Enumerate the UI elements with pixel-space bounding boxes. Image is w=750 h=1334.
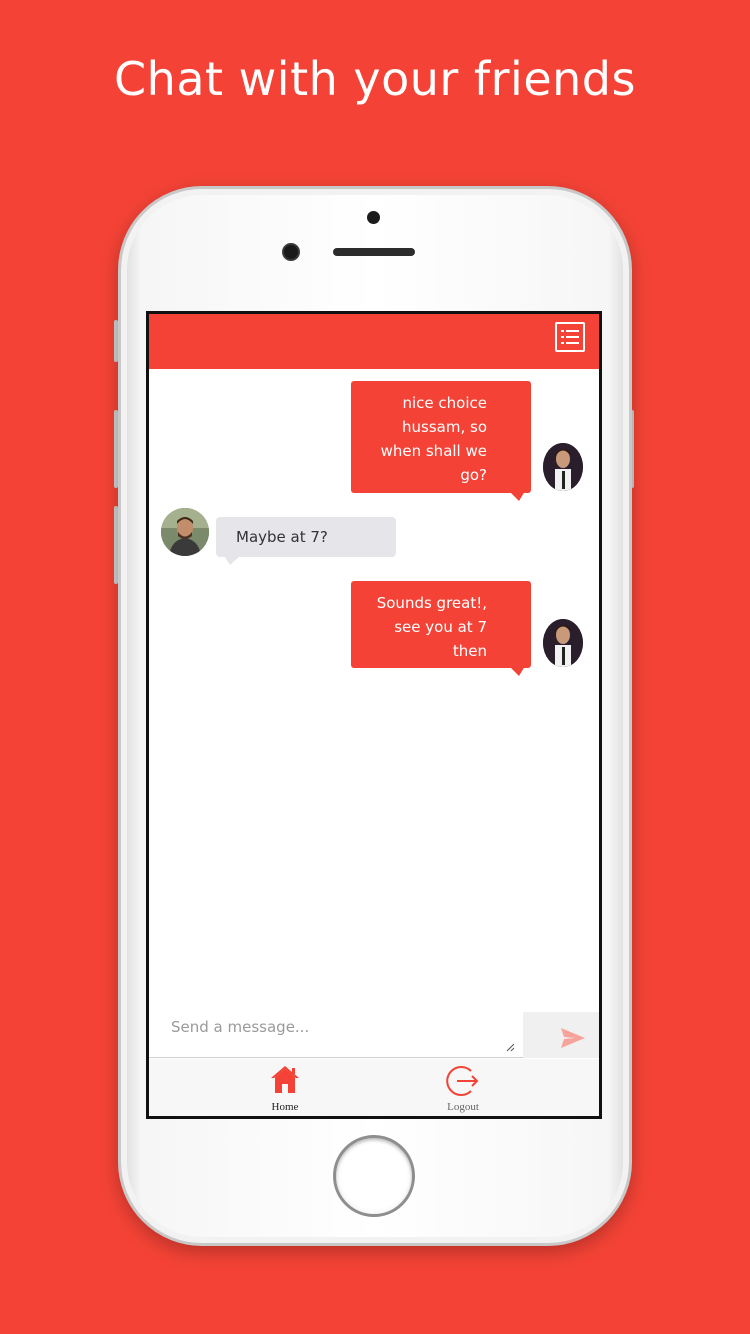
- headline: Chat with your friends: [114, 52, 636, 106]
- send-icon: [561, 1028, 585, 1048]
- home-icon: [271, 1066, 299, 1093]
- friend-avatar: [161, 508, 209, 556]
- tab-home[interactable]: Home: [235, 1063, 335, 1113]
- app-screen: nice choice hussam, so when shall we go?…: [146, 311, 602, 1119]
- message-composer: [149, 1012, 599, 1058]
- home-button[interactable]: [333, 1135, 415, 1217]
- outgoing-message: nice choice hussam, so when shall we go?: [351, 381, 531, 501]
- tab-home-label: Home: [271, 1101, 299, 1113]
- bottom-tab-bar: Home Logout: [149, 1059, 599, 1116]
- my-avatar: [543, 619, 583, 667]
- my-avatar: [543, 443, 583, 491]
- proximity-sensor: [367, 211, 380, 224]
- tab-logout[interactable]: Logout: [413, 1063, 513, 1113]
- app-header: [149, 314, 599, 369]
- resize-grip-icon[interactable]: [505, 1042, 515, 1052]
- send-button[interactable]: [523, 1012, 599, 1058]
- logout-icon: [446, 1066, 479, 1096]
- front-camera: [282, 243, 300, 261]
- message-list: nice choice hussam, so when shall we go?…: [149, 369, 599, 1009]
- earpiece-speaker: [333, 248, 415, 256]
- tab-logout-label: Logout: [447, 1101, 479, 1113]
- message-input[interactable]: [157, 1012, 523, 1058]
- outgoing-message: Sounds great!, see you at 7 then: [351, 581, 531, 676]
- incoming-message: Maybe at 7?: [216, 517, 396, 565]
- list-menu-icon[interactable]: [555, 322, 585, 352]
